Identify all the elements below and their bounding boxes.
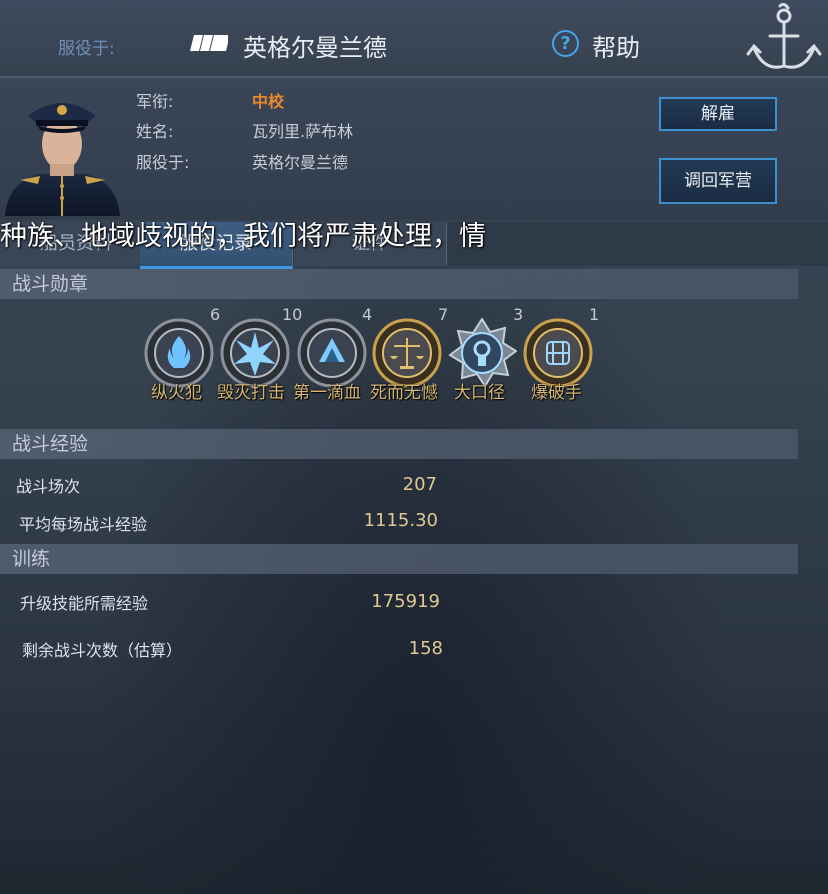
profile-serve-label: 服役于: [136,153,190,172]
profile-serve-value: 英格尔曼兰德 [252,153,349,172]
rank-label: 军衔: [136,92,174,111]
help-icon[interactable]: ? [552,30,579,57]
medal-name: 大口径 [454,383,505,403]
remaining-battles-value: 158 [408,638,443,659]
skill-exp-value: 175919 [371,591,440,612]
overlay-caption: 种族、地域歧视的，我们将严肃处理，情 [0,221,486,252]
country-name: 英格尔曼兰德 [243,34,387,62]
rank-value: 中校 [252,92,285,111]
training-section-title: 训练 [0,544,798,574]
avg-exp-label: 平均每场战斗经验 [19,515,148,534]
medal-name: 纵火犯 [151,383,202,403]
name-value: 瓦列里.萨布林 [252,122,354,141]
medal-name: 死而无憾 [370,383,438,403]
help-button[interactable]: 帮助 [592,28,640,63]
serve-label: 服役于: [58,39,115,59]
medal-name: 第一滴血 [293,383,361,403]
skill-exp-label: 升级技能所需经验 [20,594,149,613]
anchor-icon [746,2,822,69]
medals-section-title: 战斗勋章 [0,269,798,299]
commander-portrait [5,103,120,216]
name-label: 姓名: [136,122,174,141]
dismiss-button[interactable]: 解雇 [659,97,777,131]
battles-label: 战斗场次 [16,477,81,496]
top-bar: 服役于: 英格尔曼兰德 ? 帮助 [0,0,828,78]
remaining-battles-label: 剩余战斗次数（估算） [22,641,183,660]
recall-to-barracks-button[interactable]: 调回军营 [659,158,777,204]
avg-exp-value: 1115.30 [363,510,438,531]
medal-name: 毁灭打击 [217,383,285,403]
medal-name: 爆破手 [531,383,582,403]
battles-value: 207 [402,474,437,495]
experience-section-title: 战斗经验 [0,429,798,459]
nation-flag-icon [190,35,228,51]
